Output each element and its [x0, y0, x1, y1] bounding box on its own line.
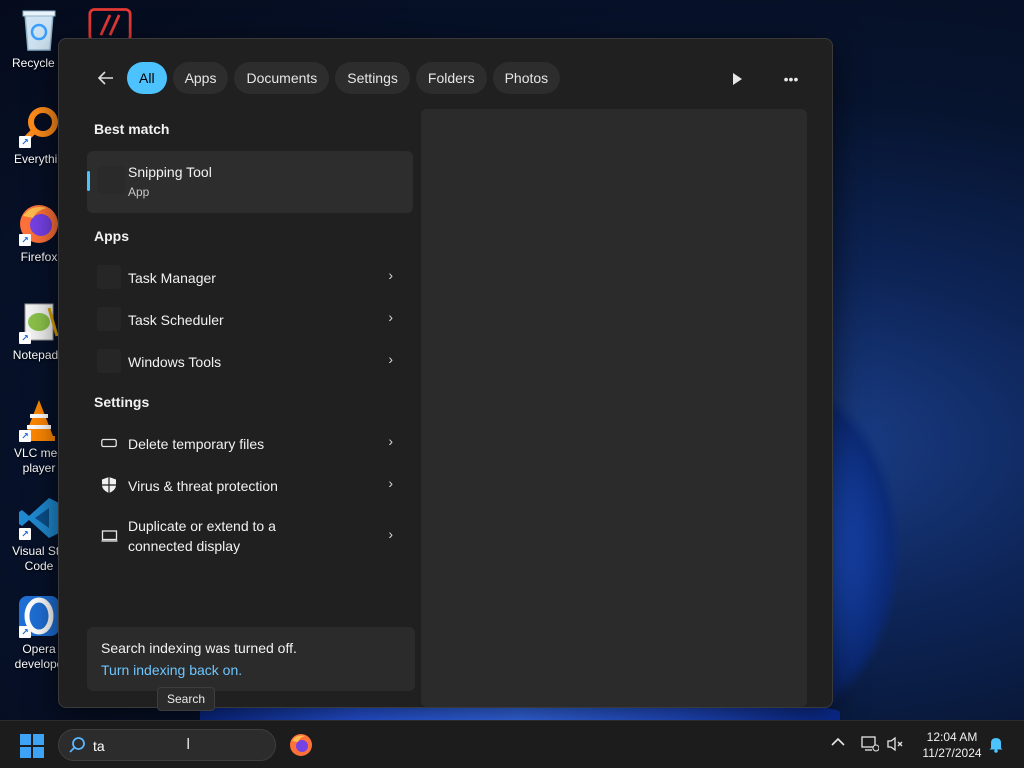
chevron-right-icon[interactable]: ›	[388, 267, 393, 283]
back-button[interactable]	[89, 61, 123, 95]
chevron-right-icon[interactable]: ›	[388, 526, 393, 542]
windows-tools-icon	[97, 349, 121, 373]
best-match-type: App	[128, 185, 150, 199]
shield-icon	[97, 473, 121, 497]
search-input[interactable]	[93, 735, 263, 757]
text-cursor-icon: I	[186, 736, 191, 753]
more-filters-button[interactable]	[723, 65, 751, 93]
volume-button[interactable]	[886, 736, 904, 755]
setting-result-duplicate-display[interactable]: Duplicate or extend to a connected displ…	[87, 507, 413, 565]
result-label-line: Duplicate or extend to a	[128, 518, 276, 534]
vscode-icon: ↗	[17, 496, 61, 540]
system-clock[interactable]: 12:04 AM 11/27/2024	[914, 729, 990, 761]
play-icon	[733, 73, 742, 85]
firefox-icon	[290, 734, 312, 756]
section-title-best-match: Best match	[94, 121, 170, 137]
chevron-right-icon[interactable]: ›	[388, 351, 393, 367]
app-result-task-scheduler[interactable]: Task Scheduler ›	[87, 299, 413, 339]
start-button[interactable]	[20, 734, 44, 758]
section-title-settings: Settings	[94, 394, 150, 410]
network-icon	[861, 736, 880, 752]
snipping-tool-icon	[97, 166, 125, 194]
result-label: Task Scheduler	[128, 312, 224, 328]
setting-result-delete-temporary-files[interactable]: Delete temporary files ›	[87, 423, 413, 463]
everything-search-icon: ↗	[17, 104, 61, 148]
best-match-name: Snipping Tool	[128, 164, 212, 180]
recycle-bin-icon	[17, 8, 61, 52]
chevron-up-icon	[831, 737, 845, 746]
result-label-multiline: Duplicate or extend to a connected displ…	[128, 516, 276, 556]
selection-indicator	[87, 171, 90, 191]
chevron-right-icon[interactable]: ›	[388, 475, 393, 491]
firefox-icon: ↗	[17, 202, 61, 246]
shortcut-arrow-icon: ↗	[19, 626, 31, 638]
clock-date: 11/27/2024	[922, 746, 982, 760]
taskbar-firefox-button[interactable]	[289, 733, 313, 757]
more-dots-icon: •••	[783, 71, 799, 87]
filter-apps[interactable]: Apps	[172, 62, 229, 94]
task-scheduler-icon	[97, 307, 121, 331]
section-title-apps: Apps	[94, 228, 129, 244]
result-label: Virus & threat protection	[128, 478, 278, 494]
result-label: Task Manager	[128, 270, 216, 286]
shortcut-arrow-icon: ↗	[19, 332, 31, 344]
back-arrow-icon	[97, 71, 113, 85]
best-match-item[interactable]: Snipping Tool App	[87, 151, 413, 213]
options-button[interactable]: •••	[777, 65, 805, 93]
clock-time: 12:04 AM	[926, 730, 978, 744]
search-panel: All Apps Documents Settings Folders Phot…	[58, 38, 833, 708]
shortcut-arrow-icon: ↗	[19, 136, 31, 148]
network-status-button[interactable]	[861, 736, 880, 755]
app-result-windows-tools[interactable]: Windows Tools ›	[87, 341, 413, 381]
filter-photos[interactable]: Photos	[492, 62, 561, 94]
opera-icon: ↗	[17, 594, 61, 638]
filter-bar: All Apps Documents Settings Folders Phot…	[89, 61, 566, 95]
notifications-button[interactable]	[988, 736, 1004, 756]
speaker-muted-icon	[887, 736, 903, 752]
result-label: Windows Tools	[128, 354, 222, 370]
result-label-line: connected display	[128, 538, 241, 554]
vlc-icon: ↗	[17, 398, 61, 442]
filter-documents[interactable]: Documents	[234, 62, 330, 94]
result-label: Delete temporary files	[128, 436, 265, 452]
shortcut-arrow-icon: ↗	[19, 528, 31, 540]
storage-drive-icon	[97, 431, 121, 455]
show-hidden-icons-button[interactable]	[831, 735, 845, 750]
taskbar-search-box[interactable]: I	[58, 729, 276, 761]
preview-pane	[421, 109, 807, 707]
monitor-icon	[97, 524, 121, 548]
shortcut-arrow-icon: ↗	[19, 234, 31, 246]
indexing-notice: Search indexing was turned off. Turn ind…	[87, 627, 415, 691]
turn-indexing-on-link[interactable]: Turn indexing back on.	[101, 662, 242, 678]
chevron-right-icon[interactable]: ›	[388, 433, 393, 449]
bell-icon	[989, 738, 1003, 753]
shortcut-arrow-icon: ↗	[19, 430, 31, 442]
filter-all[interactable]: All	[127, 62, 167, 94]
indexing-message: Search indexing was turned off.	[101, 640, 297, 656]
filter-settings[interactable]: Settings	[335, 62, 410, 94]
search-tooltip: Search	[157, 687, 216, 711]
chevron-right-icon[interactable]: ›	[388, 309, 393, 325]
task-manager-icon	[97, 265, 121, 289]
filter-folders[interactable]: Folders	[415, 62, 487, 94]
setting-result-virus-threat-protection[interactable]: Virus & threat protection ›	[87, 465, 413, 505]
notepad-plus-plus-icon: ↗	[17, 300, 61, 344]
taskbar: I 12:04 AM 11/27/2024	[0, 720, 1024, 768]
search-icon	[69, 737, 85, 753]
app-result-task-manager[interactable]: Task Manager ›	[87, 257, 413, 297]
